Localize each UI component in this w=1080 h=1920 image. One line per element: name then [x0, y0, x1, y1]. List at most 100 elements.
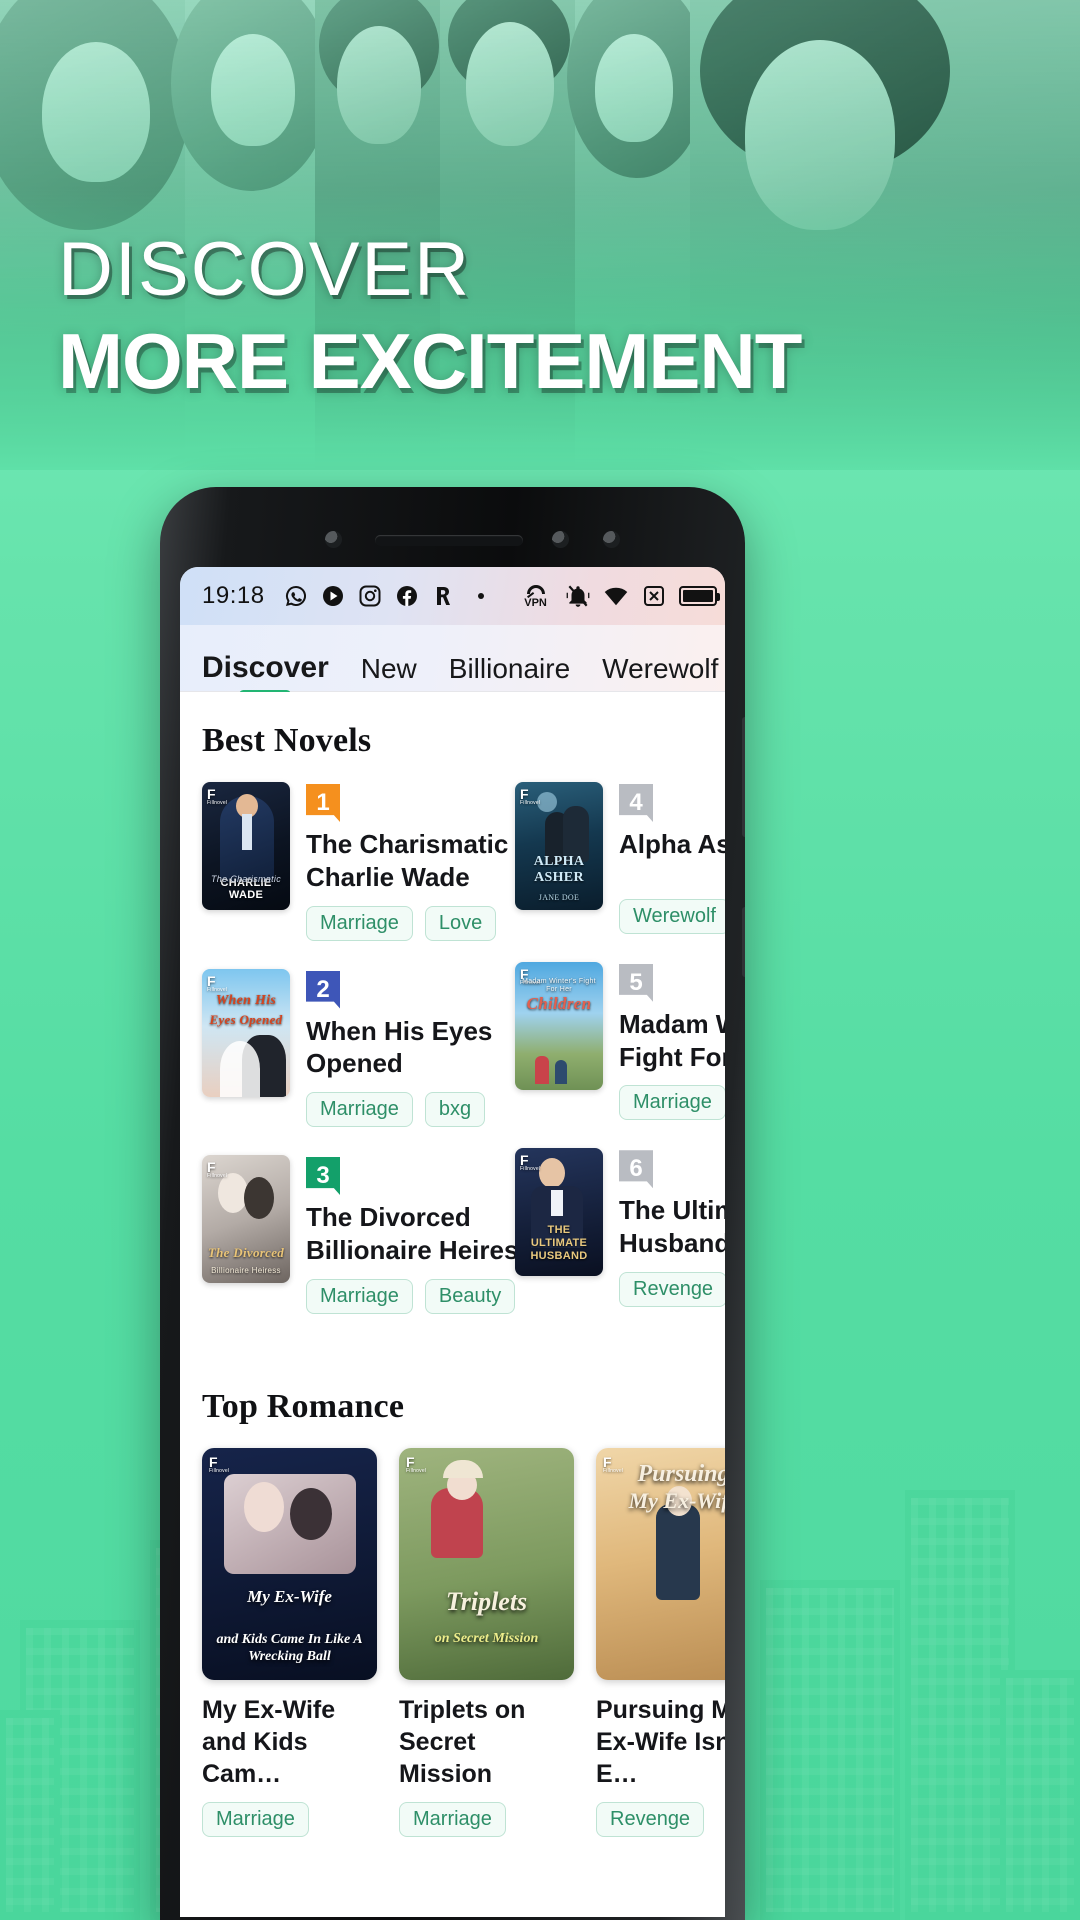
- book-cover[interactable]: F Fillnovel THE ULTIMATE HUSBAND: [515, 1148, 603, 1277]
- book-title-line: When His Eyes: [306, 1015, 493, 1046]
- book-tag[interactable]: Revenge: [619, 1271, 725, 1307]
- book-cover[interactable]: F Fillnovel When His Eyes Opened: [202, 968, 290, 1097]
- facebook-icon: [395, 583, 419, 609]
- best-novels-grid: F Fillnovel CHARLIE WADE The Charismatic …: [180, 782, 725, 1342]
- wifi-icon: [603, 583, 629, 609]
- book-meta: 2 When His Eyes Opened Marriage bxg: [306, 969, 497, 1127]
- rank-badge: 6: [619, 1150, 653, 1189]
- book-title-line: Husband: [619, 1228, 725, 1258]
- book-cover[interactable]: F Fillnovel ALPHA ASHER JANE DOE: [515, 782, 603, 910]
- book-row[interactable]: F Fillnovel CHARLIE WADE The Charismatic …: [202, 782, 509, 941]
- book-tags: Revenge: [596, 1801, 725, 1837]
- vpn-icon: VPN: [519, 583, 553, 609]
- romance-card[interactable]: F Fillnovel My Ex-Wife and Kids Came In L…: [202, 1447, 377, 1837]
- phone-top-bezel: [180, 509, 725, 567]
- book-cover[interactable]: FFillnovel Pursuing My Ex-Wife: [596, 1447, 725, 1680]
- book-title-line: The Charismatic: [306, 829, 509, 859]
- book-title: Alpha Asher: [619, 828, 725, 861]
- hero-headline: DISCOVER MORE EXCITEMENT: [58, 232, 802, 405]
- vpn-label: VPN: [524, 596, 547, 609]
- top-romance-carousel[interactable]: F Fillnovel My Ex-Wife and Kids Came In L…: [180, 1447, 725, 1837]
- tab-billionaire[interactable]: Billionaire: [449, 653, 570, 691]
- power-button[interactable]: [742, 907, 745, 977]
- cover-subtitle: JANE DOE: [538, 892, 580, 902]
- brand-logo-icon: F Fillnovel: [207, 1159, 228, 1179]
- tab-new-label: New: [360, 653, 417, 684]
- brand-logo-icon: F Fillnovel: [207, 786, 228, 806]
- book-tag[interactable]: Love: [424, 905, 497, 941]
- book-row[interactable]: F Fillnovel Children Madam Winter's Fight…: [515, 961, 725, 1121]
- sensor-secondary-icon: [603, 531, 620, 548]
- cover-title: THE ULTIMATE HUSBAND: [530, 1224, 588, 1262]
- cover-subtitle: The Charismatic: [210, 873, 282, 884]
- battery-icon: [678, 586, 720, 606]
- tab-werewolf[interactable]: Werewolf: [602, 653, 718, 691]
- dot-icon: [469, 583, 493, 609]
- tab-new[interactable]: New: [361, 653, 417, 691]
- book-cover[interactable]: F Fillnovel My Ex-Wife and Kids Came In L…: [202, 1447, 377, 1680]
- book-title: When His Eyes Opened: [306, 1015, 497, 1081]
- book-tag[interactable]: Marriage: [306, 905, 413, 941]
- status-time: 19:18: [202, 582, 265, 609]
- section-title-top-romance: Top Romance: [202, 1387, 405, 1425]
- book-meta: 5 Madam Winter's Fight For Her Marriage: [619, 962, 725, 1121]
- book-row[interactable]: F Fillnovel ALPHA ASHER JANE DOE 4 Alpha …: [515, 782, 725, 934]
- tab-bar: Discover New Billionaire Werewolf: [180, 625, 725, 699]
- book-tag[interactable]: bxg: [424, 1092, 486, 1127]
- book-title-line: and Kids Cam…: [202, 1727, 308, 1788]
- book-row[interactable]: F Fillnovel The Divorced Billionaire Heir…: [202, 1155, 533, 1314]
- book-tags: Marriage bxg: [306, 1092, 497, 1127]
- no-sim-icon: [641, 583, 667, 609]
- book-title-line: Fight For Her: [619, 1041, 725, 1072]
- book-title-line: Ex-Wife Isn't E…: [596, 1727, 725, 1788]
- book-cover[interactable]: F Fillnovel CHARLIE WADE The Charismatic: [202, 782, 290, 910]
- phone-mockup: 19:18 VPN Discover New Billionaire Werew…: [160, 487, 745, 1920]
- best-novels-left-column: F Fillnovel CHARLIE WADE The Charismatic …: [202, 782, 533, 1342]
- book-tags: Marriage Love: [306, 905, 497, 941]
- cover-subtitle: Billionaire Heiress: [211, 1265, 281, 1275]
- book-title-line: Madam Winter's: [619, 1008, 725, 1039]
- book-tag[interactable]: Marriage: [399, 1801, 506, 1837]
- book-title: Madam Winter's Fight For Her: [619, 1008, 725, 1074]
- book-tags: Marriage: [399, 1801, 574, 1837]
- brand-logo-icon: F Fillnovel: [520, 1152, 541, 1173]
- volume-button[interactable]: [742, 717, 745, 837]
- tab-discover[interactable]: Discover: [202, 651, 329, 699]
- book-tag[interactable]: Beauty: [424, 1278, 516, 1314]
- book-row[interactable]: F Fillnovel When His Eyes Opened 2 When H…: [202, 968, 497, 1127]
- book-cover[interactable]: F Fillnovel The Divorced Billionaire Heir…: [202, 1155, 290, 1283]
- book-title: My Ex-Wife and Kids Cam…: [202, 1694, 377, 1790]
- r-app-icon: [432, 583, 456, 609]
- book-tag[interactable]: Marriage: [202, 1801, 309, 1837]
- tab-billionaire-label: Billionaire: [448, 653, 571, 684]
- book-tag[interactable]: Werewolf: [619, 898, 725, 934]
- romance-card[interactable]: F Fillnovel Triplets on Secret Mission Tr…: [399, 1447, 574, 1837]
- book-tag[interactable]: Marriage: [306, 1092, 413, 1127]
- hero-line-2: MORE EXCITEMENT: [58, 317, 802, 405]
- cover-title: Children: [526, 993, 592, 1013]
- book-title: The Ultimate Husband: [619, 1194, 725, 1260]
- cover-title: My Ex-Wife: [247, 1587, 332, 1607]
- phone-screen: 19:18 VPN Discover New Billionaire Werew…: [180, 567, 725, 1917]
- book-tag[interactable]: Marriage: [306, 1278, 413, 1314]
- front-camera-icon: [325, 531, 342, 548]
- rank-badge: 3: [306, 1157, 340, 1195]
- book-tags: Marriage Beauty: [306, 1278, 516, 1314]
- book-tag[interactable]: Marriage: [619, 1085, 725, 1121]
- cover-subtitle: on Secret Mission: [434, 1630, 539, 1646]
- book-title-line: Alpha Asher: [619, 829, 725, 859]
- cover-title: When His: [215, 992, 277, 1008]
- tab-discover-label: Discover: [202, 651, 329, 684]
- book-cover[interactable]: F Fillnovel Triplets on Secret Mission: [399, 1447, 574, 1680]
- book-cover[interactable]: F Fillnovel Children Madam Winter's Fight…: [515, 961, 603, 1090]
- book-title: The Charismatic Charlie Wade: [306, 828, 509, 894]
- earpiece-speaker: [375, 535, 523, 546]
- book-tag[interactable]: Revenge: [596, 1801, 705, 1837]
- cover-subtitle: Eyes Opened: [209, 1011, 283, 1027]
- book-row[interactable]: F Fillnovel THE ULTIMATE HUSBAND 6 The Ul…: [515, 1148, 725, 1307]
- book-title: The Divorced Billionaire Heiress: [306, 1201, 533, 1267]
- romance-card[interactable]: FFillnovel Pursuing My Ex-Wife Pursuing …: [596, 1447, 725, 1837]
- cover-title: The Divorced: [207, 1245, 285, 1261]
- book-meta: 4 Alpha Asher Werewolf: [619, 782, 725, 934]
- book-title-line: My Ex-Wife: [202, 1695, 336, 1724]
